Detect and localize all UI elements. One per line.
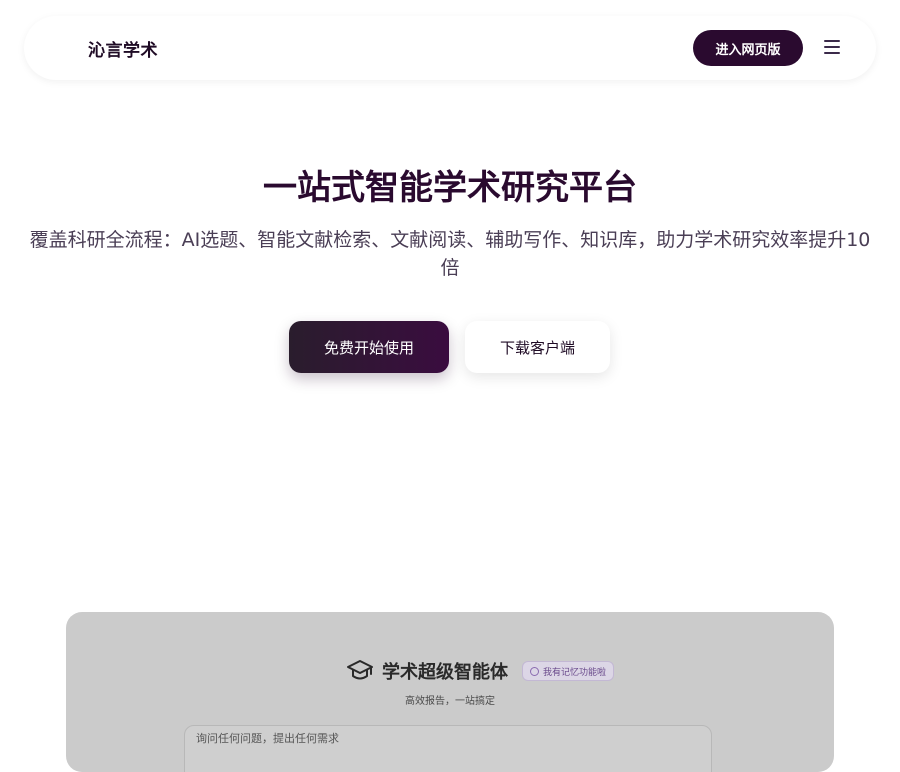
memory-badge-label: 我有记忆功能啦 (543, 667, 607, 678)
agent-title: 学术超级智能体 (382, 662, 508, 683)
enter-web-version-button[interactable]: 进入网页版 (693, 30, 803, 66)
ask-input[interactable] (196, 732, 696, 745)
agent-header: 学术超级智能体 我有记忆功能啦 (346, 658, 615, 684)
hero-title: 一站式智能学术研究平台 (263, 168, 637, 208)
hero-subtitle: 覆盖科研全流程：AI选题、智能文献检索、文献阅读、辅助写作、知识库，助力学术研究… (29, 229, 871, 279)
agent-subtitle: 高效报告，一站搞定 (405, 696, 495, 707)
ask-input-box[interactable] (184, 725, 712, 772)
graduation-cap-icon (347, 660, 373, 680)
info-icon (530, 666, 539, 676)
product-preview-panel: 学术超级智能体 我有记忆功能啦 高效报告，一站搞定 (66, 612, 834, 772)
memory-badge[interactable]: 我有记忆功能啦 (522, 661, 615, 681)
download-client-button[interactable]: 下载客户端 (465, 321, 610, 373)
hamburger-menu-icon[interactable] (824, 40, 840, 54)
brand-logo-text[interactable]: 沁言学术 (88, 36, 158, 61)
top-navbar: 沁言学术 进入网页版 (24, 16, 876, 80)
start-free-button[interactable]: 免费开始使用 (289, 321, 449, 373)
